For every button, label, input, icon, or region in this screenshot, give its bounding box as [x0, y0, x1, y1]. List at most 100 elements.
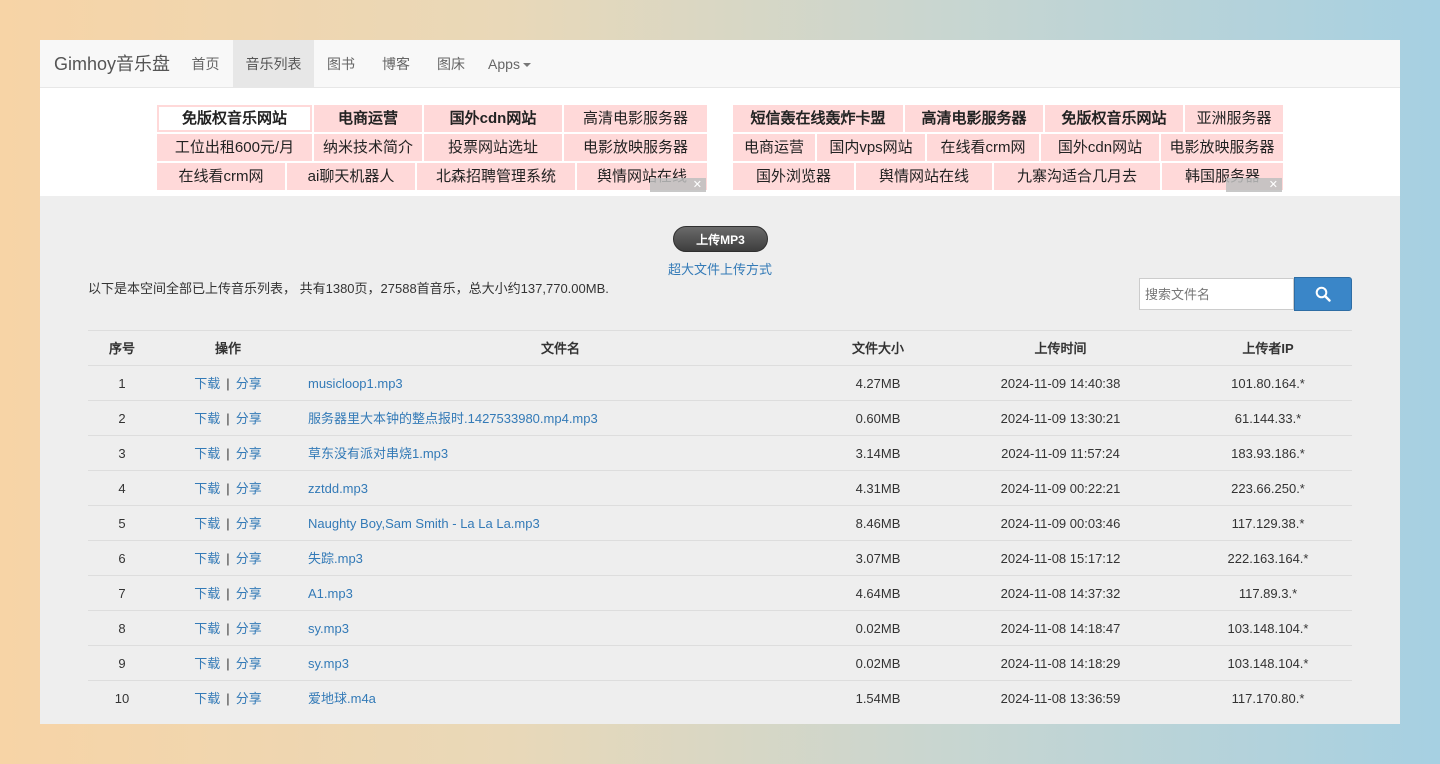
ad-close-icon[interactable]: ✕ [650, 178, 706, 192]
ad-link[interactable]: 免版权音乐网站 [1045, 105, 1183, 132]
file-size: 8.46MB [855, 516, 901, 531]
caret-down-icon [522, 63, 531, 68]
table-row: 4 下载 | 分享 zztdd.mp3 4.31MB 2024-11-09 00:22:21… [88, 470, 1352, 505]
ad-link[interactable]: 投票网站选址 [424, 134, 562, 161]
ad-link[interactable]: 在线看crm网 [157, 163, 285, 190]
ad-row: 工位出租600元/月 纳米技术简介 投票网站选址 电影放映服务器 [157, 134, 707, 161]
download-link[interactable]: 下载 [194, 411, 220, 426]
ad-link[interactable]: 亚洲服务器 [1185, 105, 1283, 132]
upload-time: 2024-11-09 11:57:24 [1001, 446, 1120, 461]
download-link[interactable]: 下载 [194, 516, 220, 531]
row-actions: 下载 | 分享 [178, 436, 278, 471]
ad-close-icon[interactable]: ✕ [1226, 178, 1282, 192]
download-link[interactable]: 下载 [194, 586, 220, 601]
ad-link[interactable]: 电商运营 [733, 134, 815, 161]
brand-logo[interactable]: Gimhoy音乐盘 [54, 40, 170, 88]
nav-item-apps-label: Apps [488, 56, 520, 72]
share-link[interactable]: 分享 [236, 586, 262, 601]
download-link[interactable]: 下载 [194, 551, 220, 566]
row-index: 8 [118, 621, 126, 636]
filename-link[interactable]: Naughty Boy,Sam Smith - La La La.mp3 [308, 506, 798, 541]
table-row: 3 下载 | 分享 草东没有派对串烧1.mp3 3.14MB 2024-11-09 11:5… [88, 435, 1352, 470]
ad-link[interactable]: 高清电影服务器 [564, 105, 707, 132]
share-link[interactable]: 分享 [236, 551, 262, 566]
upload-mp3-button[interactable]: 上传MP3 [673, 226, 768, 252]
nav-item-books[interactable]: 图书 [316, 40, 366, 88]
nav-item-blog[interactable]: 博客 [370, 40, 422, 88]
nav-item-image-hosting[interactable]: 图床 [425, 40, 477, 88]
row-actions: 下载 | 分享 [178, 681, 278, 716]
ad-row: 短信轰在线轰炸卡盟 高清电影服务器 免版权音乐网站 亚洲服务器 [733, 105, 1283, 132]
search-button[interactable] [1294, 277, 1352, 311]
filename-link[interactable]: 失踪.mp3 [308, 541, 798, 576]
file-size: 3.14MB [855, 446, 901, 461]
filename-link[interactable]: 服务器里大本钟的整点报时.1427533980.mp4.mp3 [308, 401, 798, 436]
ad-link[interactable]: ai聊天机器人 [287, 163, 415, 190]
share-link[interactable]: 分享 [236, 516, 262, 531]
share-link[interactable]: 分享 [236, 481, 262, 496]
row-index: 9 [118, 656, 126, 671]
action-separator: | [226, 621, 230, 636]
download-link[interactable]: 下载 [194, 481, 220, 496]
ad-link[interactable]: 北森招聘管理系统 [417, 163, 575, 190]
ad-link[interactable]: 工位出租600元/月 [157, 134, 312, 161]
download-link[interactable]: 下载 [194, 446, 220, 461]
table-row: 2 下载 | 分享 服务器里大本钟的整点报时.1427533980.mp4.mp3 0.6… [88, 400, 1352, 435]
upload-time: 2024-11-09 14:40:38 [1000, 376, 1121, 391]
filename-link[interactable]: 草东没有派对串烧1.mp3 [308, 436, 798, 471]
row-index: 1 [118, 376, 126, 391]
large-file-upload-link[interactable]: 超大文件上传方式 [640, 259, 800, 278]
filename-link[interactable]: A1.mp3 [308, 576, 798, 611]
file-size: 4.27MB [855, 376, 901, 391]
filename-link[interactable]: sy.mp3 [308, 646, 798, 681]
ad-link[interactable]: 电商运营 [314, 105, 422, 132]
download-link[interactable]: 下载 [194, 621, 220, 636]
row-index: 3 [118, 446, 126, 461]
ad-link[interactable]: 九寨沟适合几月去 [994, 163, 1160, 190]
uploader-ip: 117.89.3.* [1238, 586, 1298, 601]
filename-link[interactable]: sy.mp3 [308, 611, 798, 646]
ad-link[interactable]: 纳米技术简介 [314, 134, 422, 161]
share-link[interactable]: 分享 [236, 621, 262, 636]
ad-link[interactable]: 国外cdn网站 [1041, 134, 1159, 161]
share-link[interactable]: 分享 [236, 446, 262, 461]
ad-link[interactable]: 国外浏览器 [733, 163, 854, 190]
filename-link[interactable]: zztdd.mp3 [308, 471, 798, 506]
header-actions: 操作 [214, 341, 241, 356]
download-link[interactable]: 下载 [194, 691, 220, 706]
search-icon [1315, 286, 1331, 302]
ad-link[interactable]: 免版权音乐网站 [157, 105, 312, 132]
share-link[interactable]: 分享 [236, 411, 262, 426]
ad-link[interactable]: 电影放映服务器 [1161, 134, 1283, 161]
share-link[interactable]: 分享 [236, 656, 262, 671]
share-link[interactable]: 分享 [236, 691, 262, 706]
download-link[interactable]: 下载 [194, 376, 220, 391]
table-row: 1 下载 | 分享 musicloop1.mp3 4.27MB 2024-11-09 14:… [88, 365, 1352, 400]
action-separator: | [226, 516, 230, 531]
search-input[interactable] [1139, 278, 1294, 310]
table-row: 10 下载 | 分享 爱地球.m4a 1.54MB 2024-11-08 13:36:59 1… [88, 680, 1352, 715]
nav-item-home[interactable]: 首页 [180, 40, 231, 88]
nav-item-apps[interactable]: Apps [482, 40, 537, 88]
share-link[interactable]: 分享 [236, 376, 262, 391]
ad-link[interactable]: 国外cdn网站 [424, 105, 562, 132]
file-size: 4.64MB [855, 586, 901, 601]
download-link[interactable]: 下载 [194, 656, 220, 671]
filename-link[interactable]: musicloop1.mp3 [308, 366, 798, 401]
ad-link[interactable]: 在线看crm网 [927, 134, 1039, 161]
music-table: 序号 操作 文件名 文件大小 上传时间 上传者IP 1 下载 | 分享 musicloo… [88, 330, 1352, 715]
uploader-ip: 117.170.80.* [1231, 691, 1305, 706]
table-row: 7 下载 | 分享 A1.mp3 4.64MB 2024-11-08 14:37:32 117… [88, 575, 1352, 610]
ad-link[interactable]: 短信轰在线轰炸卡盟 [733, 105, 903, 132]
ad-row: 电商运营 国内vps网站 在线看crm网 国外cdn网站 电影放映服务器 [733, 134, 1283, 161]
summary-text: 以下是本空间全部已上传音乐列表， 共有1380页，27588首音乐，总大小约13… [88, 281, 609, 296]
row-actions: 下载 | 分享 [178, 401, 278, 436]
ad-link[interactable]: 高清电影服务器 [905, 105, 1043, 132]
filename-link[interactable]: 爱地球.m4a [308, 681, 798, 716]
ad-link[interactable]: 电影放映服务器 [564, 134, 707, 161]
nav-item-music-list[interactable]: 音乐列表 [233, 40, 314, 88]
ad-link[interactable]: 国内vps网站 [817, 134, 925, 161]
file-size: 0.02MB [855, 656, 901, 671]
ad-area: 免版权音乐网站 电商运营 国外cdn网站 高清电影服务器 工位出租600元/月 … [40, 88, 1400, 196]
ad-link[interactable]: 舆情网站在线 [856, 163, 992, 190]
